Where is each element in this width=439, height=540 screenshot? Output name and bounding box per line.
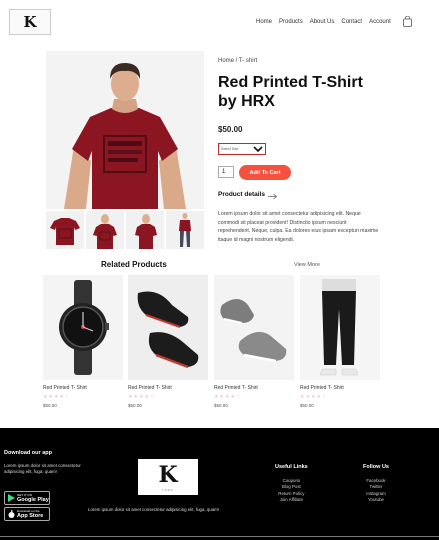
star-rating: ★★★★☆: [128, 394, 156, 400]
follow-us-heading: Follow Us: [363, 464, 389, 470]
product-title: Red Printed T-Shirt by HRX: [218, 74, 363, 110]
apple-icon: [8, 510, 15, 518]
thumbnail[interactable]: [86, 211, 124, 249]
footer-divider: [0, 536, 439, 537]
product-price: $50.00: [218, 125, 243, 134]
thumbnail[interactable]: [126, 211, 164, 249]
footer-logo-mark: K: [152, 462, 178, 488]
product-card-price: $50.00: [43, 403, 57, 408]
size-select-value: Select Size: [221, 147, 239, 151]
google-play-button[interactable]: GET IT ON Google Play: [4, 491, 50, 505]
star-rating: ★★★★☆: [300, 394, 328, 400]
app-store-label: App Store: [17, 513, 44, 519]
footer-link-youtube[interactable]: Youtube: [363, 497, 389, 503]
logo-mark: K: [17, 13, 37, 31]
size-select[interactable]: Select Size: [218, 143, 266, 155]
follow-us-column: Follow Us Facebook Twitter Instagram You…: [363, 464, 389, 503]
nav-about-us[interactable]: About Us: [310, 19, 335, 25]
star-rating: ★★★★☆: [43, 394, 71, 400]
product-card[interactable]: Red Printed T- Shirt ★★★★☆ $50.00: [43, 275, 123, 408]
add-to-cart-button[interactable]: Add To Cart: [239, 165, 291, 180]
product-card-name: Red Printed T- Shirt: [128, 385, 172, 391]
google-play-label: Google Play: [17, 497, 49, 503]
thumbnail-model-full: [166, 211, 204, 249]
model-photo: [46, 51, 204, 209]
thumbnail-strip: [46, 211, 204, 249]
main-nav: Home Products About Us Contact Account: [256, 19, 391, 25]
nav-home[interactable]: Home: [256, 19, 272, 25]
footer-logo-sub: LOGO: [162, 489, 174, 492]
star-rating: ★★★★☆: [214, 394, 242, 400]
product-main-image[interactable]: [46, 51, 204, 209]
product-card-name: Red Printed T- Shirt: [43, 385, 87, 391]
product-card[interactable]: Red Printed T- Shirt ★★★★☆ $50.00: [128, 275, 208, 408]
black-shoes-photo: [128, 275, 208, 380]
thumbnail[interactable]: [46, 211, 84, 249]
product-card-image: [214, 275, 294, 380]
google-play-icon: [8, 494, 15, 502]
download-app-text: Lorem ipsum dolor sit amet consectetur a…: [4, 463, 81, 474]
app-store-button[interactable]: Download on the App Store: [4, 507, 50, 521]
product-card[interactable]: Red Printed T- Shirt ★★★★☆ $50.00: [214, 275, 294, 408]
thumbnail-model-side: [126, 211, 164, 249]
nav-products[interactable]: Products: [279, 19, 303, 25]
footer-link-instagram[interactable]: Instagram: [363, 491, 389, 497]
product-description: Lorem ipsum dolor sit amet consectetur a…: [218, 211, 379, 243]
product-card-price: $50.00: [214, 403, 228, 408]
site-logo[interactable]: K: [9, 9, 51, 35]
thumbnail[interactable]: [166, 211, 204, 249]
footer-link-join-affiliate[interactable]: Join Affiliate: [275, 497, 308, 503]
view-more-link[interactable]: View More: [294, 262, 320, 268]
product-card-name: Red Printed T- Shirt: [300, 385, 344, 391]
nav-account[interactable]: Account: [369, 19, 391, 25]
footer-tagline: Lorem ipsum dolor sit amet consectetur a…: [88, 507, 220, 512]
shopping-bag-icon[interactable]: [403, 16, 412, 27]
product-card-name: Red Printed T- Shirt: [214, 385, 258, 391]
footer-link-return-policy[interactable]: Return Policy: [275, 491, 308, 497]
related-products-heading: Related Products: [101, 260, 167, 269]
breadcrumb[interactable]: Home / T- shirt: [218, 58, 257, 64]
useful-links-heading: Useful Links: [275, 464, 308, 470]
chevron-down-icon: [253, 146, 263, 152]
thumbnail-shirt-flat: [46, 211, 84, 249]
joggers-photo: [300, 275, 380, 380]
product-card-image: [300, 275, 380, 380]
footer-logo[interactable]: K LOGO: [138, 459, 198, 495]
quantity-input[interactable]: 1: [218, 166, 234, 178]
watch-photo: [43, 275, 123, 380]
arrow-right-icon: [268, 193, 278, 200]
useful-links-column: Useful Links Coupons Blog Post Return Po…: [275, 464, 308, 503]
product-card-price: $50.00: [300, 403, 314, 408]
grey-shoes-photo: [214, 275, 294, 380]
thumbnail-model-front: [86, 211, 124, 249]
site-footer: Download our app Lorem ipsum dolor sit a…: [0, 428, 439, 540]
nav-contact[interactable]: Contact: [341, 19, 362, 25]
product-card-image: [128, 275, 208, 380]
product-card[interactable]: Red Printed T- Shirt ★★★★☆ $50.00: [300, 275, 380, 408]
product-card-price: $50.00: [128, 403, 142, 408]
download-app-heading: Download our app: [4, 450, 52, 456]
product-details-heading: Product details: [218, 191, 265, 198]
product-card-image: [43, 275, 123, 380]
